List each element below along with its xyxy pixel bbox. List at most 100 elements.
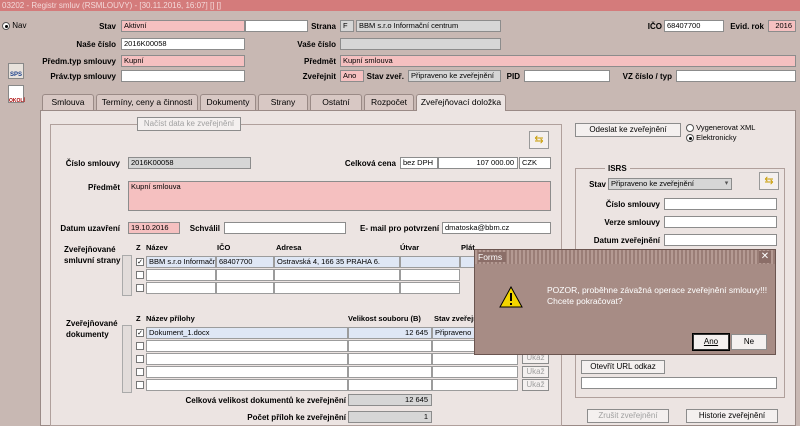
pocet-priloh-field[interactable]: 1 [348,411,432,423]
pid-field[interactable] [524,70,610,82]
strany-row1-checkbox[interactable]: ✓ [136,258,144,266]
tab-rozpocet[interactable]: Rozpočet [364,94,414,110]
yes-button[interactable]: Ano [692,333,730,351]
zrusit-button[interactable]: Zrušit zveřejnění [587,409,669,423]
strany-row2-nazev[interactable] [146,269,216,281]
strany-row3-nazev[interactable] [146,282,216,294]
prav-typ-field[interactable] [121,70,245,82]
refresh-icon[interactable]: ⇆ [529,131,549,149]
strany-row2-checkbox[interactable] [136,271,144,279]
evid-rok-field[interactable]: 2016 [768,20,796,32]
strany-col-nazev: Název [146,243,168,252]
datum-uzavreni-label: Datum uzavření [60,224,120,233]
nase-cislo-field[interactable]: 2016K00058 [121,38,245,50]
load-data-button[interactable]: Načíst data ke zveřejnění [137,117,241,131]
celkova-velikost-field[interactable]: 12 645 [348,394,432,406]
stav-extra-field[interactable] [245,20,308,32]
strany-row3-adresa[interactable] [274,282,400,294]
dok-row1-velikost[interactable]: 12 645 [348,327,432,339]
dok-row3-nazev[interactable] [146,353,348,365]
close-icon[interactable]: ✕ [759,251,771,263]
cena-value-field[interactable]: 107 000.00 [438,157,518,169]
cena-type-field[interactable]: bez DPH [400,157,438,169]
dialog-message-1: POZOR, proběhne závažná operace zveřejně… [547,285,768,295]
strany-row3-ico[interactable] [216,282,274,294]
dok-row4-velikost[interactable] [348,366,432,378]
isrs-stav-field[interactable]: Připraveno ke zveřejnění [608,178,732,190]
dok-row5-checkbox[interactable] [136,381,144,389]
dok-scrollbar[interactable] [122,325,132,393]
dok-row3-checkbox[interactable] [136,355,144,363]
document-icon[interactable]: OKOLÍ [8,85,25,104]
dok-row2-nazev[interactable] [146,340,348,352]
isrs-refresh-icon[interactable]: ⇆ [759,172,779,190]
predm-typ-field[interactable]: Kupní [121,55,245,67]
tab-smlouva[interactable]: Smlouva [42,94,94,110]
ukaz-button-4[interactable]: Ukaž [522,366,549,378]
email-label: E- mail pro potvrzení [360,224,440,233]
strany-row2-adresa[interactable] [274,269,400,281]
vz-field[interactable] [676,70,796,82]
isrs-datum-field[interactable] [664,234,777,246]
dok-row1-stav[interactable]: Připraveno [432,327,478,339]
chevron-down-icon[interactable]: ▾ [722,179,731,189]
warning-icon [499,286,523,308]
dok-row2-velikost[interactable] [348,340,432,352]
dok-row2-checkbox[interactable] [136,342,144,350]
zverejnit-field[interactable]: Ano [340,70,364,82]
strany-row3-utvar[interactable] [400,282,460,294]
dok-row1-nazev[interactable]: Dokument_1.docx [146,327,348,339]
cislo-smlouvy-field[interactable]: 2016K00058 [128,157,251,169]
no-button[interactable]: Ne [731,334,767,350]
dok-row5-nazev[interactable] [146,379,348,391]
dok-row4-stav[interactable] [432,366,518,378]
url-field[interactable] [581,377,777,389]
dialog-titlebar: Forms [475,250,775,264]
strany-row1-ico[interactable]: 68407700 [216,256,274,268]
nav-radio-icon [2,21,10,30]
dok-row1-checkbox[interactable]: ✓ [136,329,144,337]
historie-button[interactable]: Historie zveřejnění [686,409,778,423]
strany-scrollbar[interactable] [122,255,132,296]
document-icon-label: OKOLÍ [9,98,25,104]
ico-label: IČO [647,22,662,31]
cena-currency-field[interactable]: CZK [519,157,551,169]
dok-row3-velikost[interactable] [348,353,432,365]
nase-cislo-label: Naše číslo [76,40,116,49]
tab-ostatni[interactable]: Ostatní [310,94,362,110]
strany-row1-utvar[interactable] [400,256,460,268]
tab-dokumenty[interactable]: Dokumenty [200,94,256,110]
strana-field[interactable]: BBM s.r.o Informační centrum [356,20,501,32]
dok-row5-velikost[interactable] [348,379,432,391]
strany-row1-adresa[interactable]: Ostravská 4, 166 35 PRAHA 6. [274,256,400,268]
strany-row2-utvar[interactable] [400,269,460,281]
strany-row3-checkbox[interactable] [136,284,144,292]
email-field[interactable]: dmatoska@bbm.cz [442,222,551,234]
strana-code-field[interactable]: F [340,20,354,32]
dok-row4-checkbox[interactable] [136,368,144,376]
tab-terminy[interactable]: Termíny, ceny a činnosti [96,94,198,110]
odeslat-button[interactable]: Odeslat ke zveřejnění [575,123,681,137]
dok-row4-nazev[interactable] [146,366,348,378]
dok-row5-stav[interactable] [432,379,518,391]
tab-zverejnovaci-dolozka[interactable]: Zveřejňovací doložka [416,94,506,111]
strany-row1-nazev[interactable]: BBM s.r.o Informační [146,256,216,268]
open-url-button[interactable]: Otevřít URL odkaz [581,360,665,374]
stav-field[interactable]: Aktivní [121,20,245,32]
tab-strany[interactable]: Strany [258,94,308,110]
stav-zver-field[interactable]: Připraveno ke zveřejnění [408,70,501,82]
vase-cislo-field[interactable] [340,38,501,50]
ukaz-button-5[interactable]: Ukaž [522,379,549,391]
predmet-main-field[interactable]: Kupní smlouva [128,181,551,211]
ico-field[interactable]: 68407700 [664,20,724,32]
radio-xml[interactable]: Vygenerovat XML [686,123,755,133]
strany-row2-ico[interactable] [216,269,274,281]
isrs-verze-field[interactable] [664,216,777,228]
sps-icon[interactable]: SPS [8,63,24,79]
isrs-cislo-field[interactable] [664,198,777,210]
nav-radio[interactable]: Nav [2,21,26,30]
radio-elektronicky[interactable]: Elektronicky [686,133,737,143]
predmet-field[interactable]: Kupní smlouva [340,55,796,67]
datum-uzavreni-field[interactable]: 19.10.2016 [128,222,180,234]
schvalil-field[interactable] [224,222,346,234]
